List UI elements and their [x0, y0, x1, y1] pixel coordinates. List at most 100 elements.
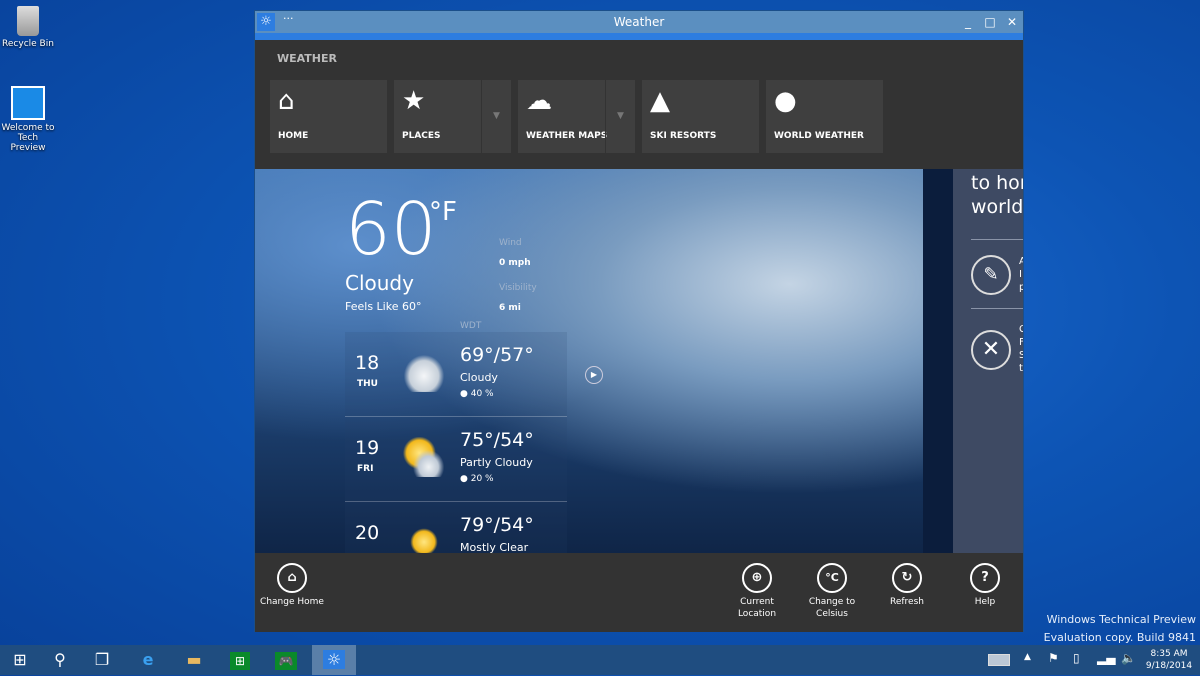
forecast-precip: ● 40 % — [460, 389, 494, 399]
watermark-line1: Windows Technical Preview — [1046, 613, 1196, 626]
forecast-day[interactable]: 18 THU 69°/57° Cloudy ● 40 % — [345, 332, 567, 417]
places-dropdown-button[interactable]: ▼ — [481, 80, 511, 153]
home-icon: ⌂ — [277, 563, 307, 593]
visibility-label: Visibility — [499, 283, 537, 293]
close-button[interactable]: ✕ — [1003, 11, 1021, 33]
nav-tile-weather-maps[interactable]: ☁ WEATHER MAPS ▼ — [518, 80, 635, 153]
forecast-day[interactable]: 20 79°/54° Mostly Clear — [345, 502, 567, 553]
nav-tile-ski-resorts[interactable]: ▲ SKI RESORTS — [642, 80, 759, 153]
clock[interactable]: 8:35 AM 9/18/2014 — [1142, 648, 1196, 672]
forecast-day[interactable]: 19 FRI 75°/54° Partly Cloudy ● 20 % — [345, 417, 567, 502]
search-button[interactable]: ⚲ — [40, 645, 80, 675]
task-view-icon: ❐ — [94, 650, 110, 669]
refresh-button[interactable]: ↻ Refresh — [870, 563, 944, 608]
watermark-line2: Evaluation copy. Build 9841 — [1043, 631, 1196, 644]
button-label: Change to Celsius — [808, 597, 856, 619]
internet-explorer-icon: e — [142, 650, 154, 669]
change-home-button[interactable]: ⌂ Change Home — [255, 563, 329, 608]
taskbar-store[interactable]: ⊞ — [220, 645, 260, 675]
button-label: Help — [974, 597, 996, 607]
forecast-date: 18 — [355, 352, 380, 374]
help-button[interactable]: ? Help — [948, 563, 1022, 608]
action-center-flag-icon[interactable]: ⚑ — [1048, 651, 1059, 665]
keyboard-icon[interactable] — [988, 654, 1010, 666]
close-circle-icon[interactable]: ✕ — [971, 330, 1011, 370]
volume-icon[interactable]: 🔈 — [1121, 651, 1136, 665]
start-button[interactable]: ⊞ — [0, 645, 40, 675]
app-menu-button[interactable]: ··· — [283, 8, 294, 30]
window-title: Weather — [613, 15, 665, 29]
folder-icon: ▬ — [186, 650, 202, 669]
windows-logo-icon — [11, 86, 45, 120]
nav-tile-label: PLACES — [402, 131, 441, 141]
desktop-icon-welcome[interactable]: Welcome to Tech Preview — [0, 86, 56, 153]
windows-logo-icon: ⊞ — [13, 650, 27, 669]
taskbar-file-explorer[interactable]: ▬ — [174, 645, 214, 675]
maximize-button[interactable]: □ — [981, 11, 999, 33]
cloud-icon — [401, 352, 447, 392]
nav-tile-places[interactable]: ★ PLACES ▼ — [394, 80, 511, 153]
partly-cloudy-icon — [401, 437, 447, 477]
taskbar-weather-app[interactable]: ☼ — [312, 645, 356, 675]
panel-item-text: I — [1019, 269, 1022, 280]
show-hidden-icons-button[interactable]: ▲ — [1024, 652, 1031, 662]
desktop-icon-recycle-bin[interactable]: Recycle Bin — [0, 6, 56, 49]
taskbar-internet-explorer[interactable]: e — [128, 645, 168, 675]
panel-text: world — [971, 196, 1023, 218]
sun-icon: ☼ — [322, 650, 346, 669]
panel-item-text: t — [1019, 363, 1023, 374]
nav-tile-label: SKI RESORTS — [650, 131, 717, 141]
battery-icon[interactable]: ▯ — [1073, 651, 1080, 665]
forecast-weekday: FRI — [357, 464, 374, 474]
location-crosshair-icon: ⊕ — [742, 563, 772, 593]
task-view-button[interactable]: ❐ — [82, 645, 122, 675]
sun-icon — [401, 522, 447, 553]
nav-tile-label: WORLD WEATHER — [774, 131, 864, 141]
panel-item-text: F — [1019, 337, 1023, 348]
current-location-button[interactable]: ⊕ Current Location — [720, 563, 794, 620]
accent-bar — [255, 33, 1023, 40]
forecast-hilo: 75°/54° — [460, 429, 534, 451]
desktop-icon-label: Welcome to Tech Preview — [1, 123, 55, 153]
search-icon: ⚲ — [54, 650, 66, 669]
forecast-date: 20 — [355, 522, 380, 544]
network-signal-icon[interactable]: ▂▄ — [1097, 651, 1115, 665]
weather-map-icon: ☁ — [526, 86, 552, 116]
panel-divider — [923, 169, 953, 553]
forecast-condition: Mostly Clear — [460, 541, 529, 553]
weather-content: 60 °F Cloudy Feels Like 60° Wind 0 mph V… — [255, 169, 1023, 553]
minimize-button[interactable]: _ — [959, 11, 977, 33]
taskbar: ⊞ ⚲ ❐ e ▬ ⊞ 🎮 ☼ ▲ ⚑ ▯ ▂▄ 🔈 8:35 AM 9/18/2… — [0, 645, 1200, 675]
feels-like: Feels Like 60° — [345, 300, 422, 313]
panel-item-text: p — [1019, 282, 1023, 293]
nav-tile-world-weather[interactable]: ● WORLD WEATHER — [766, 80, 883, 153]
button-label: Current Location — [737, 597, 777, 619]
title-bar[interactable]: ☼ ··· Weather _ □ ✕ — [255, 11, 1023, 33]
weather-maps-dropdown-button[interactable]: ▼ — [605, 80, 635, 153]
nav-tile-label: WEATHER MAPS — [526, 131, 608, 141]
weather-app-window: ☼ ··· Weather _ □ ✕ WEATHER ⌂ HOME ★ PLACE… — [254, 10, 1024, 632]
celsius-icon: °C — [817, 563, 847, 593]
forecast-hilo: 79°/54° — [460, 514, 534, 536]
panel-text: to hor — [971, 172, 1023, 194]
visibility-value: 6 mi — [499, 303, 521, 313]
nav-bar: WEATHER ⌂ HOME ★ PLACES ▼ ☁ WEATHER MAPS ▼ ▲ S… — [255, 40, 1023, 169]
store-icon: ⊞ — [229, 652, 251, 670]
play-forecast-button[interactable]: ▶ — [585, 366, 603, 384]
station-label: WDT — [460, 321, 482, 331]
recycle-bin-icon — [17, 6, 39, 36]
wind-value: 0 mph — [499, 258, 531, 268]
change-to-celsius-button[interactable]: °C Change to Celsius — [795, 563, 869, 620]
mountain-icon: ▲ — [650, 86, 670, 116]
nav-tile-home[interactable]: ⌂ HOME — [270, 80, 387, 153]
button-label: Change Home — [260, 597, 324, 607]
panel-item-title: C — [1019, 324, 1023, 335]
forecast-weekday: THU — [357, 379, 378, 389]
edit-icon[interactable]: ✎ — [971, 255, 1011, 295]
taskbar-xbox-games[interactable]: 🎮 — [266, 645, 306, 675]
forecast-date: 19 — [355, 437, 380, 459]
forecast-condition: Partly Cloudy — [460, 456, 533, 469]
forecast-precip: ● 20 % — [460, 474, 494, 484]
forecast-condition: Cloudy — [460, 371, 498, 384]
current-condition: Cloudy — [345, 271, 414, 295]
